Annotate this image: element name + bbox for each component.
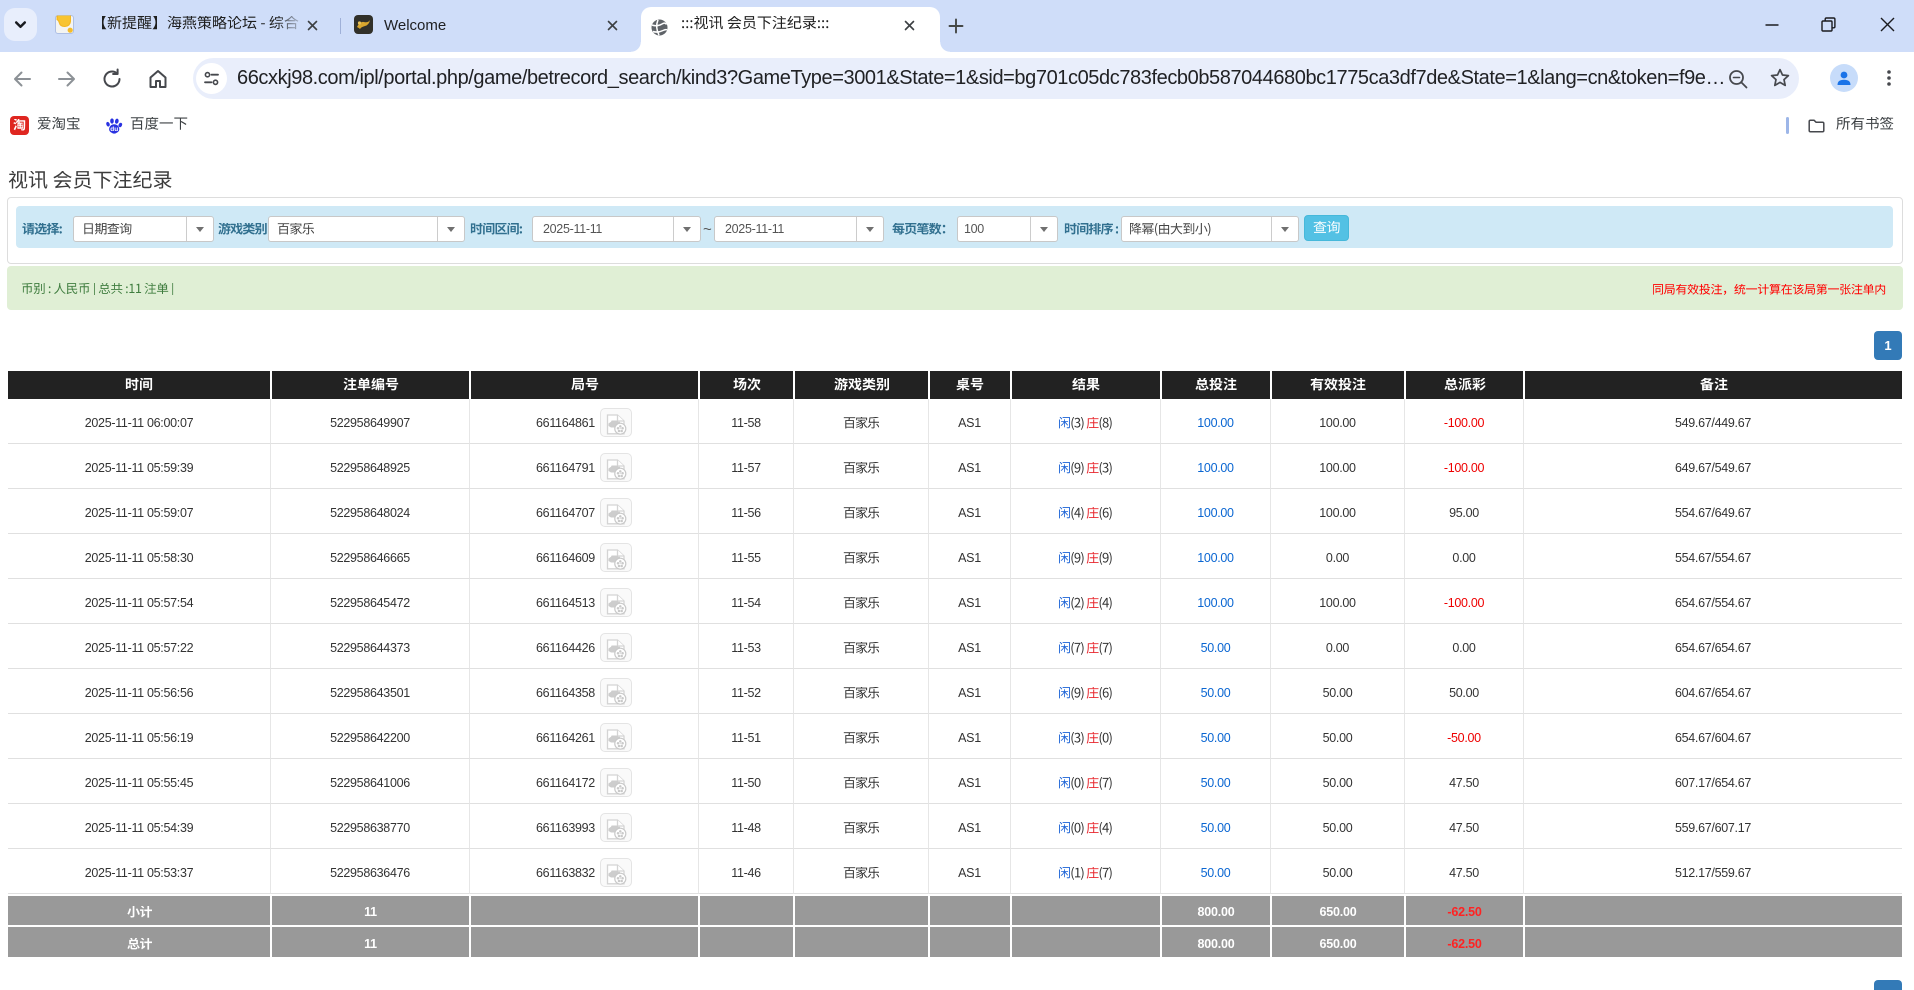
svg-text:du: du <box>110 126 118 133</box>
